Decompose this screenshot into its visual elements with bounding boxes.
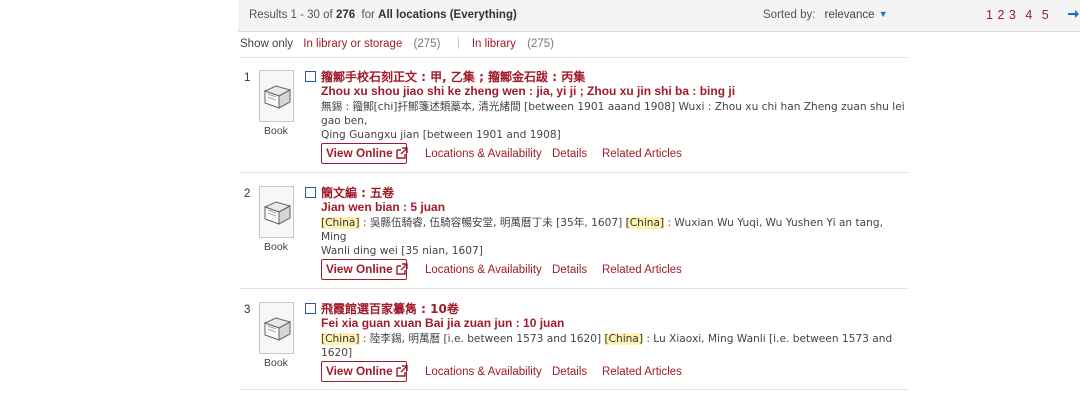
record-title-romanized[interactable]: Jian wen bian : 5 juan bbox=[321, 200, 445, 214]
publication-info: [China] : 陸李錫, 明萬曆 [i.e. between 1573 an… bbox=[321, 332, 906, 360]
format-label: Book bbox=[264, 125, 288, 137]
filter-in-library-or-storage[interactable]: In library or storage bbox=[303, 38, 402, 50]
view-online-label: View Online bbox=[326, 262, 393, 276]
book-icon[interactable] bbox=[259, 302, 294, 354]
format-label: Book bbox=[264, 241, 288, 253]
view-online-button[interactable]: View Online bbox=[321, 143, 408, 165]
highlight-term: [China] bbox=[625, 217, 665, 229]
record-divider bbox=[240, 172, 908, 173]
related-articles-link[interactable]: Related Articles bbox=[602, 148, 682, 160]
external-link-icon bbox=[395, 364, 408, 383]
format-label: Book bbox=[264, 357, 288, 369]
publication-line: 無錫 : 籀鄦[chi]扞鄦箋述類藁本, 清光緒間 [between 1901 … bbox=[321, 101, 905, 127]
publication-line: Wanli ding wei [35 nian, 1607] bbox=[321, 245, 483, 257]
results-summary: Results 1 - 30 of 276 for All locations … bbox=[249, 9, 517, 21]
page-link-5[interactable]: 5 bbox=[1042, 8, 1049, 22]
locations-availability-link[interactable]: Locations & Availability bbox=[425, 264, 542, 276]
related-articles-link[interactable]: Related Articles bbox=[602, 366, 682, 378]
pagination: 1 2 3 4 5 bbox=[986, 8, 1080, 22]
view-online-label: View Online bbox=[326, 364, 393, 378]
record-divider bbox=[240, 288, 908, 289]
external-link-icon bbox=[395, 262, 408, 281]
page-link-3[interactable]: 3 bbox=[1009, 8, 1016, 22]
details-link[interactable]: Details bbox=[552, 366, 587, 378]
record-number: 1 bbox=[244, 72, 251, 84]
select-checkbox[interactable] bbox=[305, 71, 316, 82]
publication-info: 無錫 : 籀鄦[chi]扞鄦箋述類藁本, 清光緒間 [between 1901 … bbox=[321, 100, 906, 142]
book-icon[interactable] bbox=[259, 70, 294, 122]
record-title-original[interactable]: 簡文編 : 五卷 bbox=[321, 184, 394, 201]
locations-availability-link[interactable]: Locations & Availability bbox=[425, 366, 542, 378]
select-checkbox[interactable] bbox=[305, 187, 316, 198]
publication-info: [China] : 吳縣伍騎睿, 伍騎容暢安堂, 明萬曆丁未 [35年, 160… bbox=[321, 216, 906, 258]
record-title-original[interactable]: 飛霞館選百家纂雋 : 10卷 bbox=[321, 300, 459, 317]
page-link-4[interactable]: 4 bbox=[1025, 8, 1032, 22]
book-icon[interactable] bbox=[259, 186, 294, 238]
record-number: 2 bbox=[244, 188, 251, 200]
results-for-label: for bbox=[361, 9, 375, 21]
sort-control[interactable]: Sorted by: relevance ▼ bbox=[763, 9, 888, 21]
select-checkbox[interactable] bbox=[305, 303, 316, 314]
record-number: 3 bbox=[244, 304, 251, 316]
results-range: Results 1 - 30 of bbox=[249, 9, 333, 21]
sort-value[interactable]: relevance bbox=[825, 9, 875, 21]
results-total: 276 bbox=[335, 9, 356, 21]
publication-text: : 陸李錫, 明萬曆 [i.e. between 1573 and 1620] bbox=[359, 333, 605, 345]
publication-text: : 吳縣伍騎睿, 伍騎容暢安堂, 明萬曆丁未 [35年, 1607] bbox=[359, 217, 626, 229]
record-title-original[interactable]: 籀鄦手校石刻正文 : 甲, 乙集 ; 籀鄦金石跋 : 丙集 bbox=[321, 68, 585, 85]
related-articles-link[interactable]: Related Articles bbox=[602, 264, 682, 276]
external-link-icon bbox=[395, 146, 408, 165]
publication-line: Qing Guangxu jian [between 1901 and 1908… bbox=[321, 129, 561, 141]
highlight-term: [China] bbox=[321, 217, 360, 229]
page-link-2[interactable]: 2 bbox=[997, 8, 1004, 22]
chevron-down-icon[interactable]: ▼ bbox=[879, 9, 888, 19]
arrow-right-icon[interactable] bbox=[1068, 8, 1080, 22]
record-title-romanized[interactable]: Fei xia guan xuan Bai jia zuan jun : 10 … bbox=[321, 316, 564, 330]
sort-label: Sorted by: bbox=[763, 9, 816, 21]
filter-label: Show only bbox=[240, 38, 294, 50]
highlight-term: [China] bbox=[321, 333, 360, 345]
record-title-romanized[interactable]: Zhou xu shou jiao shi ke zheng wen : jia… bbox=[321, 84, 735, 98]
view-online-label: View Online bbox=[326, 146, 393, 160]
details-link[interactable]: Details bbox=[552, 264, 587, 276]
details-link[interactable]: Details bbox=[552, 148, 587, 160]
results-scope: All locations (Everything) bbox=[378, 9, 517, 21]
view-online-button[interactable]: View Online bbox=[321, 259, 408, 281]
filter-count: (275) bbox=[413, 38, 441, 50]
filter-in-library[interactable]: In library bbox=[472, 38, 516, 50]
filter-divider bbox=[457, 37, 459, 49]
filter-count: (275) bbox=[527, 38, 554, 50]
view-online-button[interactable]: View Online bbox=[321, 361, 408, 383]
page-link-1[interactable]: 1 bbox=[986, 8, 993, 22]
locations-availability-link[interactable]: Locations & Availability bbox=[425, 148, 542, 160]
availability-filter: Show only In library or storage (275) In… bbox=[240, 37, 908, 58]
results-header-bar: Results 1 - 30 of 276 for All locations … bbox=[238, 0, 1080, 32]
highlight-term: [China] bbox=[604, 333, 643, 345]
record-divider bbox=[240, 389, 908, 390]
